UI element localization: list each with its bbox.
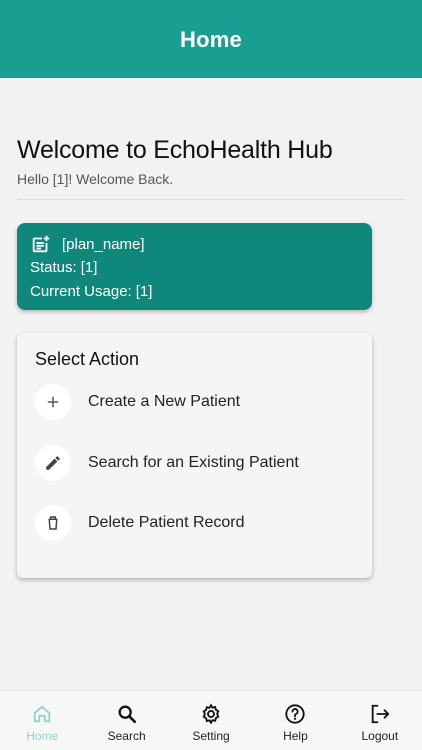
plan-status-label: Status:: [30, 259, 77, 276]
bottom-navigation: Home Search Setting Help Logout: [0, 690, 422, 750]
search-icon: [118, 705, 136, 724]
delete-record-label: Delete Patient Record: [88, 514, 245, 531]
search-patient-label: Search for an Existing Patient: [88, 454, 299, 471]
nav-search-label: Search: [107, 729, 146, 743]
welcome-greeting: Hello [1]! Welcome Back.: [17, 171, 174, 187]
note-add-icon: [32, 235, 50, 253]
create-patient-button[interactable]: Create a New Patient: [35, 383, 355, 421]
nav-help[interactable]: Help: [253, 691, 337, 750]
plan-usage-value: [1]: [135, 283, 153, 300]
pencil-icon: [35, 445, 71, 481]
help-icon: [285, 704, 306, 724]
plan-usage-label: Current Usage:: [30, 283, 132, 300]
plan-usage: Current Usage: [1]: [30, 283, 359, 303]
nav-help-label: Help: [283, 729, 308, 743]
divider: [17, 199, 405, 200]
nav-setting-label: Setting: [192, 729, 230, 743]
welcome-section: Welcome to EchoHealth Hub Hello [1]! Wel…: [17, 136, 405, 187]
nav-setting[interactable]: Setting: [169, 691, 253, 750]
gear-icon: [202, 703, 220, 725]
delete-record-button[interactable]: Delete Patient Record: [35, 504, 355, 542]
welcome-heading: Welcome to EchoHealth Hub: [17, 136, 333, 164]
nav-home-label: Home: [26, 729, 59, 743]
search-patient-button[interactable]: Search for an Existing Patient: [35, 444, 355, 482]
plan-status-value: [1]: [80, 259, 98, 276]
home-icon: [33, 705, 51, 723]
logout-icon: [371, 704, 389, 724]
select-action-title: Select Action: [35, 349, 140, 369]
nav-search[interactable]: Search: [84, 691, 168, 750]
plan-name: [plan_name]: [62, 235, 145, 253]
plus-icon: [35, 384, 71, 420]
create-patient-label: Create a New Patient: [88, 393, 241, 410]
top-app-bar: Home: [0, 0, 422, 78]
nav-logout-label: Logout: [361, 729, 399, 743]
nav-logout[interactable]: Logout: [338, 691, 422, 750]
plan-status: Status: [1]: [30, 259, 359, 279]
trash-icon: [35, 505, 71, 541]
plan-card[interactable]: [plan_name] Status: [1] Current Usage: [1]: [17, 223, 372, 310]
select-action-card: Select Action Create a New Patient Searc…: [17, 333, 372, 578]
page-title: Home: [180, 27, 242, 52]
nav-home[interactable]: Home: [0, 691, 84, 750]
